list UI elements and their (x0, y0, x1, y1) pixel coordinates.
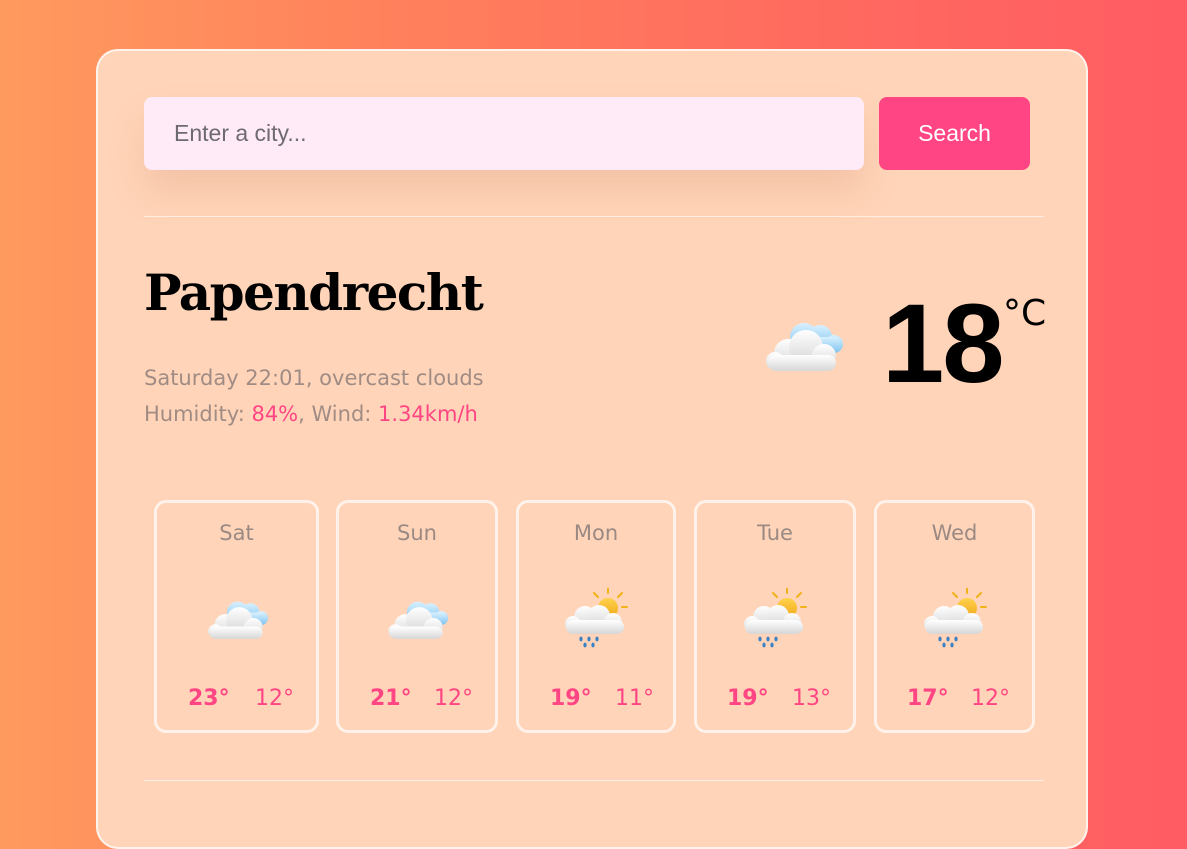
rain-sun-icon (920, 588, 990, 648)
current-temperature: 18 (882, 281, 1005, 406)
humidity-wind: Humidity: 84%, Wind: 1.34km/h (144, 396, 484, 432)
forecast-day-label: Tue (757, 521, 793, 545)
forecast-day-mon: Mon 19° 11° (516, 500, 676, 733)
forecast-high: 21° (370, 686, 412, 711)
current-details: Saturday 22:01, overcast clouds Humidity… (144, 360, 484, 432)
cloud-icon (382, 588, 452, 648)
forecast-day-sun: Sun 21° 12° (336, 500, 498, 733)
search-bar: Search (144, 97, 1030, 170)
rain-sun-icon (561, 588, 631, 648)
forecast-day-tue: Tue 19° 13° (694, 500, 856, 733)
temperature-unit: °C (1003, 293, 1047, 334)
forecast-low: 12° (255, 686, 294, 711)
forecast-high: 19° (550, 686, 592, 711)
forecast-high: 19° (727, 686, 769, 711)
humidity-value: 84% (251, 402, 299, 426)
forecast-day-label: Sat (219, 521, 254, 545)
forecast-low: 11° (615, 686, 654, 711)
forecast-day-label: Wed (931, 521, 978, 545)
wind-label: , Wind: (298, 402, 379, 426)
top-divider (144, 216, 1044, 217)
cloud-icon (202, 588, 272, 648)
forecast-low: 13° (792, 686, 831, 711)
forecast-day-label: Sun (397, 521, 437, 545)
forecast-low: 12° (434, 686, 473, 711)
rain-sun-icon (740, 588, 810, 648)
forecast-high: 23° (188, 686, 230, 711)
forecast-day-label: Mon (573, 521, 619, 545)
forecast-low: 12° (971, 686, 1010, 711)
city-name: Papendrecht (144, 263, 484, 322)
cloud-icon (758, 313, 848, 375)
wind-value: 1.34km/h (378, 402, 478, 426)
search-button[interactable]: Search (879, 97, 1030, 170)
humidity-label: Humidity: (144, 402, 252, 426)
forecast-day-wed: Wed 17° 12° (874, 500, 1035, 733)
datetime-description: Saturday 22:01, overcast clouds (144, 366, 484, 390)
weather-card: Search Papendrecht Saturday 22:01, overc… (96, 49, 1088, 849)
bottom-divider (144, 780, 1044, 781)
forecast-high: 17° (907, 686, 949, 711)
forecast-day-sat: Sat 23° 12° (154, 500, 319, 733)
search-input[interactable] (144, 97, 864, 170)
